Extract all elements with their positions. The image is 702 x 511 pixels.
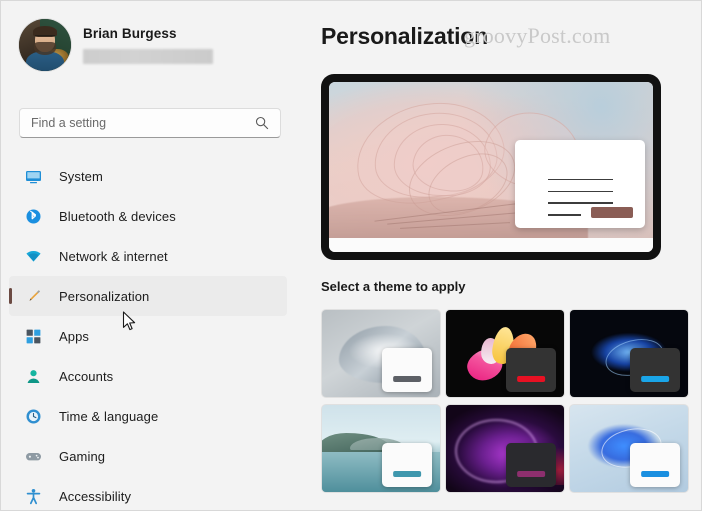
search-icon[interactable] — [255, 116, 280, 130]
sidebar-item-bluetooth-devices[interactable]: Bluetooth & devices — [9, 196, 287, 236]
sidebar-item-label: Network & internet — [59, 248, 168, 264]
theme-window-mock — [506, 348, 556, 392]
sidebar-item-label: Bluetooth & devices — [59, 208, 176, 224]
theme-preview-device — [321, 74, 661, 260]
sidebar-item-label: Personalization — [59, 288, 150, 304]
preview-taskbar — [329, 238, 653, 252]
search-placeholder: Find a setting — [31, 116, 107, 130]
person-icon — [23, 366, 43, 386]
sidebar-item-time-language[interactable]: Time & language — [9, 396, 287, 436]
sidebar-item-personalization[interactable]: Personalization — [9, 276, 287, 316]
sidebar-item-network-internet[interactable]: Network & internet — [9, 236, 287, 276]
sidebar-item-label: Accessibility — [59, 488, 132, 504]
theme-window-mock — [630, 348, 680, 392]
page-title: Personalization — [321, 23, 488, 49]
theme-window-mock — [506, 443, 556, 487]
profile-email-redacted — [83, 49, 213, 64]
clock-icon — [23, 406, 43, 426]
sidebar-item-label: Time & language — [59, 408, 159, 424]
theme-window-mock — [382, 443, 432, 487]
section-label: Select a theme to apply — [321, 279, 466, 294]
main-content: Personalization groovyPost.com Select a … — [301, 1, 701, 510]
user-profile[interactable]: Brian Burgess — [19, 19, 213, 71]
theme-card-bloom-blue-dark[interactable] — [569, 309, 689, 398]
wifi-icon — [23, 246, 43, 266]
navigation-list: System Bluetooth & devices Network & int… — [1, 156, 301, 510]
preview-window-mock — [515, 139, 645, 229]
preview-accent-button — [590, 206, 634, 219]
settings-sidebar: Brian Burgess Find a setting System Blue… — [1, 1, 301, 510]
theme-card-bloom-blue-light[interactable] — [569, 404, 689, 493]
search-input[interactable]: Find a setting — [19, 108, 281, 138]
sidebar-item-label: Accounts — [59, 368, 114, 384]
bluetooth-icon — [23, 206, 43, 226]
sidebar-item-system[interactable]: System — [9, 156, 287, 196]
gamepad-icon — [23, 446, 43, 466]
settings-window: Brian Burgess Find a setting System Blue… — [0, 0, 702, 511]
mouse-cursor — [122, 311, 136, 331]
theme-card-bloom-light-gray[interactable] — [321, 309, 441, 398]
sidebar-item-label: System — [59, 168, 103, 184]
sidebar-item-accessibility[interactable]: Accessibility — [9, 476, 287, 510]
sidebar-item-apps[interactable]: Apps — [9, 316, 287, 356]
sidebar-item-gaming[interactable]: Gaming — [9, 436, 287, 476]
sidebar-item-label: Apps — [59, 328, 90, 344]
theme-grid — [321, 309, 689, 493]
theme-window-mock — [630, 443, 680, 487]
watermark: groovyPost.com — [464, 23, 611, 48]
accessibility-icon — [23, 486, 43, 506]
sidebar-item-label: Gaming — [59, 448, 106, 464]
theme-card-lake-landscape[interactable] — [321, 404, 441, 493]
apps-grid-icon — [23, 326, 43, 346]
theme-card-glow-purple[interactable] — [445, 404, 565, 493]
theme-window-mock — [382, 348, 432, 392]
theme-card-flower-dark[interactable] — [445, 309, 565, 398]
monitor-icon — [23, 166, 43, 186]
theme-preview-screen — [329, 82, 653, 252]
paintbrush-icon — [23, 286, 43, 306]
sidebar-item-accounts[interactable]: Accounts — [9, 356, 287, 396]
avatar[interactable] — [19, 19, 71, 71]
profile-name: Brian Burgess — [83, 26, 177, 41]
